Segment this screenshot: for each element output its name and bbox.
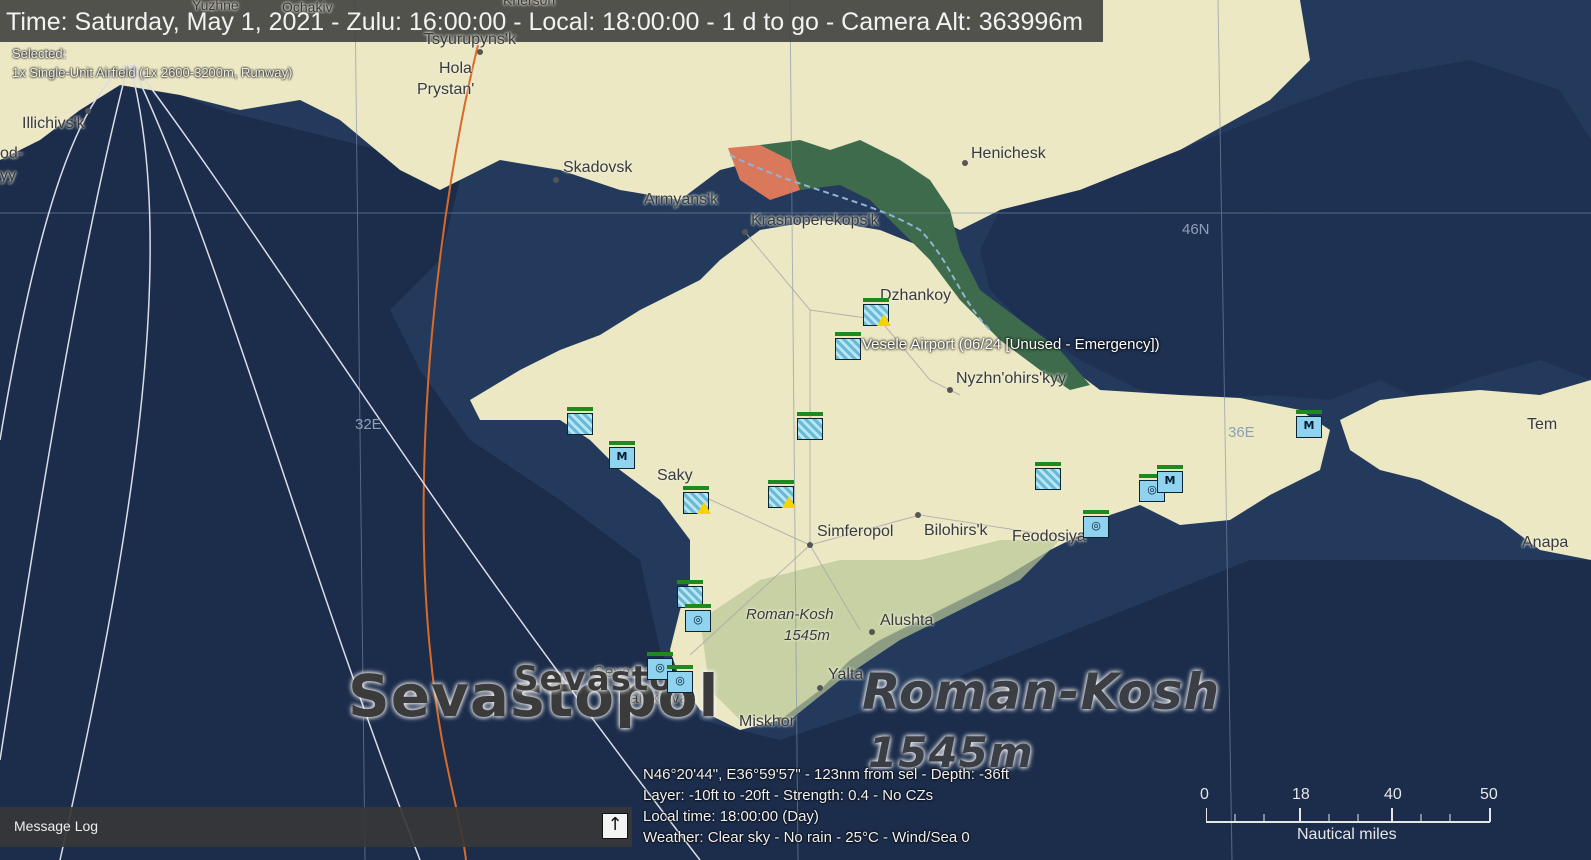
large-label-roman-kosh: Roman-Kosh (862, 663, 1221, 721)
place-alushta: Alushta (880, 612, 934, 629)
airfield-unit[interactable] (835, 332, 861, 360)
place-skadovsk: Skadovsk (563, 159, 633, 176)
airport-label: Vesele Airport (06/24 [Unused - Emergenc… (862, 336, 1160, 353)
airfield-unit[interactable] (863, 298, 891, 326)
scale-tick-label: 40 (1384, 786, 1402, 803)
place-tsyurupynsk: Tsyurupyns'k (424, 31, 516, 48)
grid-label-36e: 36E (1228, 424, 1255, 441)
tactical-map[interactable] (0, 0, 1591, 860)
place-krasnoperekopsk: Krasnoperekops'k (751, 212, 879, 229)
place-illichivsk: Illichivs'k (22, 115, 85, 132)
airfield-unit[interactable] (567, 407, 593, 435)
place-miskhor: Miskhor (739, 713, 796, 730)
place-henichesk: Henichesk (971, 145, 1046, 162)
place-yy: yy (0, 167, 16, 184)
place-od: od- (0, 145, 24, 162)
airfield-unit[interactable] (677, 580, 703, 608)
place-hola: Hola (439, 60, 472, 77)
naval-unit[interactable]: M (609, 441, 635, 469)
airfield-unit[interactable] (797, 412, 823, 440)
place-nyzhnohirskyy: Nyzhn'ohirs'kyy (956, 370, 1067, 387)
cursor-info-position: N46°20'44", E36°59'57" - 123nm from sel … (643, 766, 1010, 783)
scale-tick-label: 0 (1200, 786, 1209, 803)
cursor-info: N46°20'44", E36°59'57" - 123nm from sel … (643, 764, 1009, 848)
grid-label-46n: 46N (1182, 221, 1210, 238)
scale-unit: Nautical miles (1297, 826, 1397, 843)
place-roman-kosh: Roman-Kosh (746, 606, 834, 623)
selection-title: Selected: (12, 46, 67, 61)
place-roman-kosh-elevation: 1545m (784, 627, 830, 644)
radar-unit[interactable]: ◎ (1083, 510, 1109, 538)
naval-unit[interactable]: M (1157, 465, 1183, 493)
place-kherson: Kherson (503, 0, 556, 8)
scale-tick-label: 18 (1292, 786, 1310, 803)
place-yuzhne: Yuzhne (192, 0, 239, 13)
scale-tick-label: 50 (1480, 786, 1498, 803)
place-bilohirsk: Bilohirs'k (924, 522, 988, 539)
selection-detail: 1x Single-Unit Airfield (1x 2600-3200m, … (12, 65, 293, 80)
scale-bar: 0 18 40 50 Nautical miles (1200, 786, 1500, 846)
scale-ruler (1206, 808, 1491, 823)
airfield-unit[interactable] (1035, 462, 1061, 490)
message-log-label: Message Log (14, 818, 99, 834)
radar-unit[interactable]: ◎ (685, 604, 711, 632)
airfield-unit[interactable] (683, 486, 711, 514)
place-saky: Saky (657, 467, 693, 484)
radar-unit[interactable]: ◎ (667, 665, 693, 693)
grid-label-32e: 32E (355, 416, 382, 433)
arrow-up-icon[interactable]: ↑ (602, 813, 628, 839)
place-dzhankoy: Dzhankoy (880, 287, 952, 304)
message-log-bar[interactable]: Message Log ↑ (0, 807, 632, 847)
place-simferopol: Simferopol (817, 523, 894, 540)
place-prystan: Prystan' (417, 81, 475, 98)
cursor-info-layer: Layer: -10ft to -20ft - Strength: 0.4 - … (643, 787, 934, 804)
airfield-unit[interactable] (768, 480, 796, 508)
place-armyansk: Armyans'k (644, 191, 719, 208)
place-ochakiv: Ochakiv (282, 0, 333, 15)
place-feodosiya: Feodosiya (1012, 528, 1086, 545)
place-anapa: Anapa (1522, 534, 1569, 551)
naval-unit[interactable]: M (1296, 410, 1322, 438)
cursor-info-weather: Weather: Clear sky - No rain - 25°C - Wi… (643, 829, 970, 846)
place-yalta: Yalta (828, 666, 864, 683)
place-tem: Tem (1527, 416, 1558, 433)
cursor-info-local-time: Local time: 18:00:00 (Day) (643, 808, 819, 825)
selection-panel: Selected: 1x Single-Unit Airfield (1x 26… (12, 44, 292, 82)
